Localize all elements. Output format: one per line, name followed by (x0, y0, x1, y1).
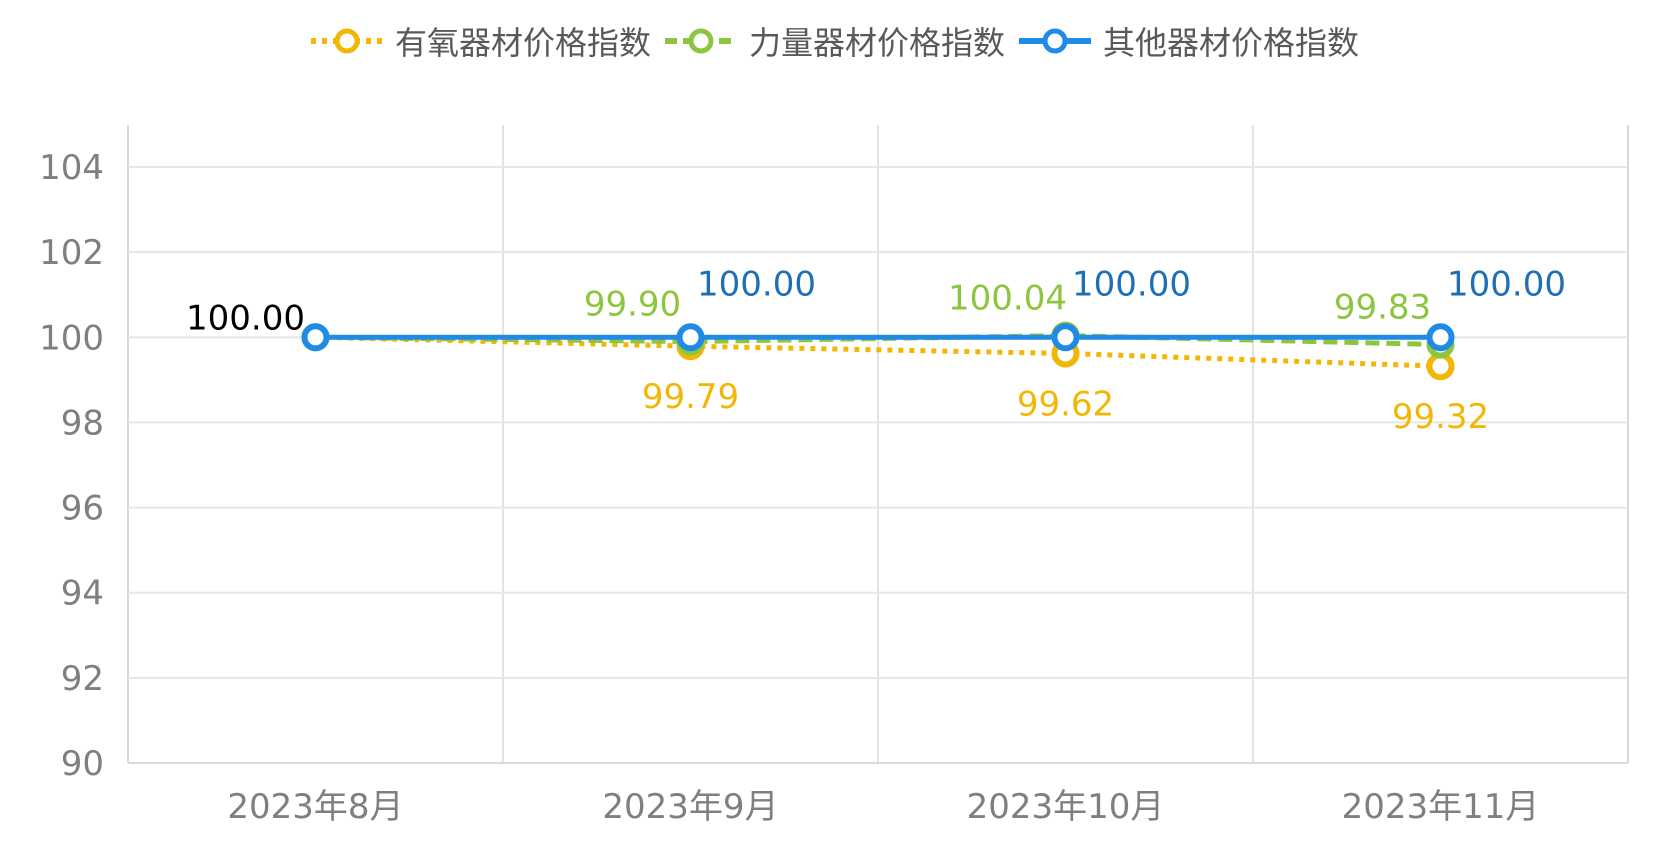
y-tick-label: 92 (61, 659, 104, 699)
data-label-series-0: 99.62 (1017, 384, 1114, 424)
x-tick-label: 2023年9月 (602, 787, 778, 827)
data-point-series-0 (1426, 352, 1455, 381)
y-tick-label: 102 (39, 233, 104, 273)
data-point-series-2 (676, 323, 705, 352)
x-tick-label: 2023年8月 (227, 787, 403, 827)
y-tick-label: 98 (61, 403, 104, 443)
data-label-series-1: 99.90 (584, 285, 681, 325)
data-point-series-2 (1051, 323, 1080, 352)
x-tick-label: 2023年10月 (967, 787, 1165, 827)
data-label-series-2: 100.00 (697, 264, 816, 304)
y-tick-label: 104 (39, 148, 104, 188)
data-label-series-2: 100.00 (186, 298, 305, 338)
y-tick-label: 90 (61, 744, 104, 784)
data-label-series-0: 99.32 (1392, 397, 1489, 437)
data-label-series-2: 100.00 (1447, 264, 1566, 304)
x-tick-label: 2023年11月 (1342, 787, 1540, 827)
line-chart: 90 92 94 96 98 100 102 104 2023年8月 2023年9月 2023年10… (39, 125, 1629, 827)
y-tick-label: 94 (61, 574, 104, 614)
data-label-series-1: 99.83 (1334, 288, 1431, 328)
data-label-series-0: 99.79 (642, 377, 739, 417)
data-label-series-1: 100.04 (948, 279, 1067, 319)
y-tick-label: 100 (39, 318, 104, 358)
data-point-series-2 (1426, 323, 1455, 352)
data-point-series-2 (301, 323, 330, 352)
y-tick-label: 96 (61, 489, 104, 529)
data-label-series-2: 100.00 (1072, 264, 1191, 304)
